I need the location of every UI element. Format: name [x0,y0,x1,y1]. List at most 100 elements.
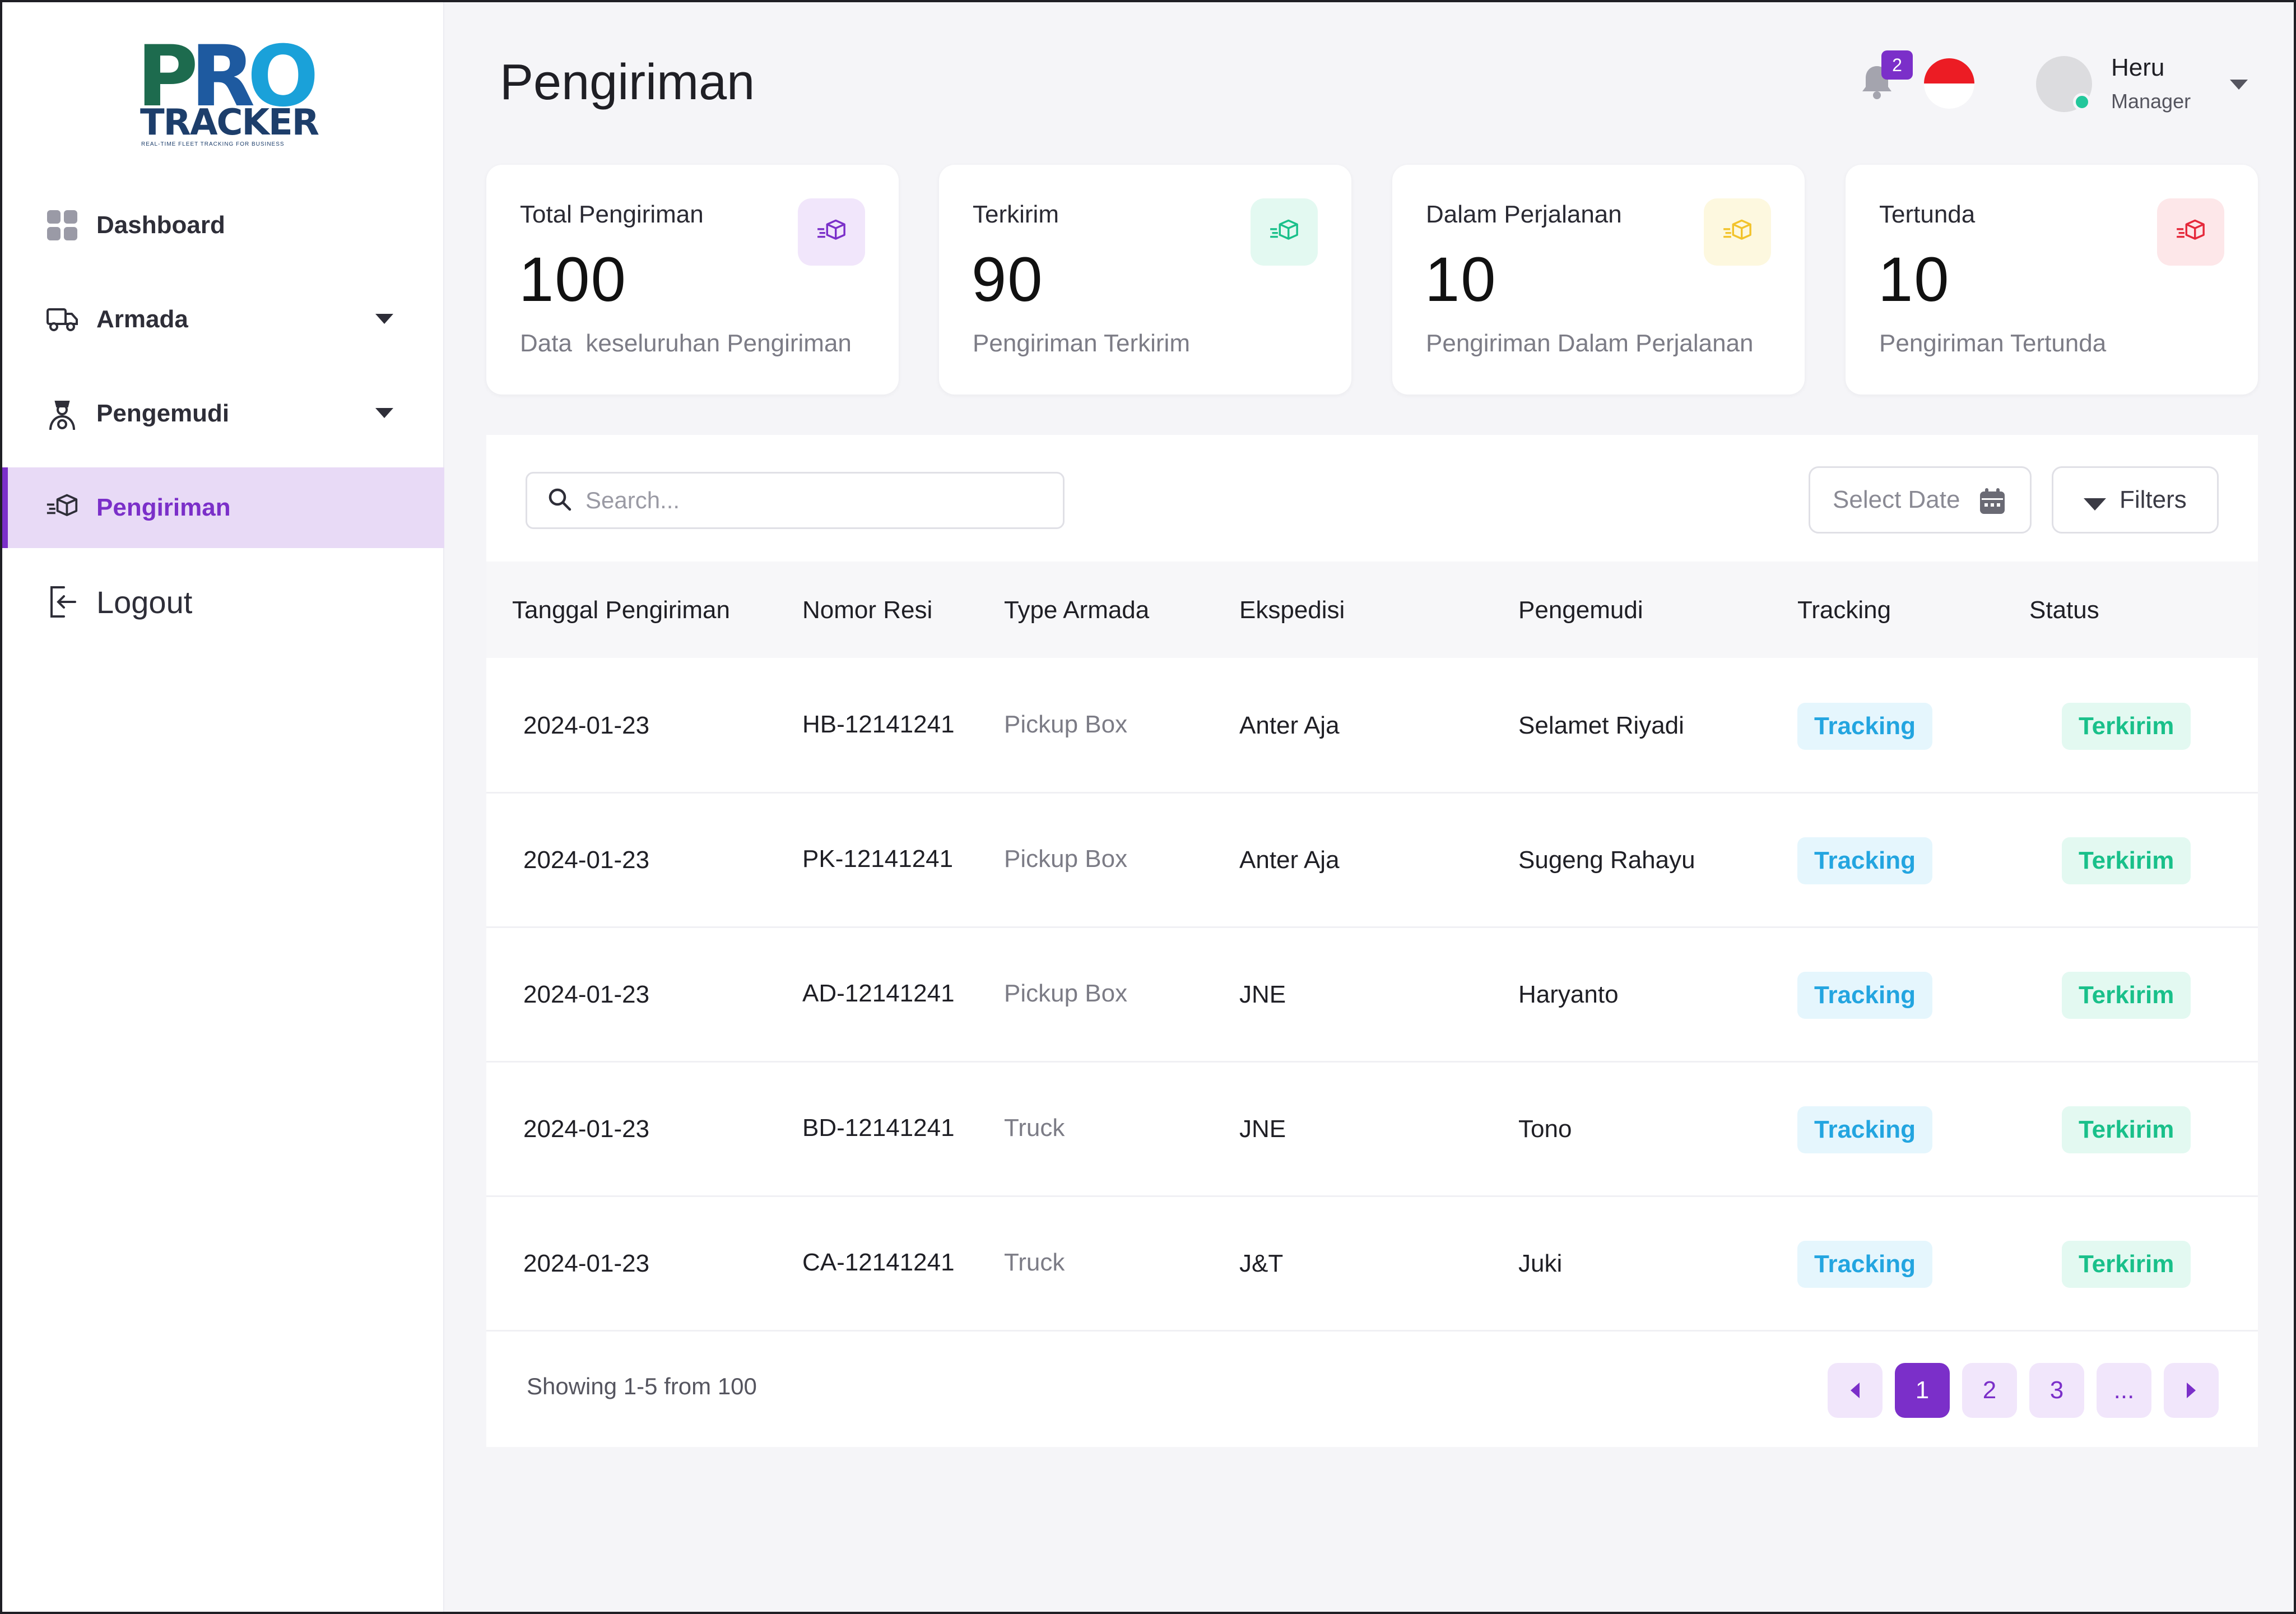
column-header[interactable]: Status [2029,596,2099,624]
column-header[interactable]: Ekspedisi [1239,596,1345,624]
filter-caret-icon [2084,498,2106,511]
status-badge: Terkirim [2062,703,2191,750]
calendar-icon [1978,487,2006,521]
chevron-down-icon[interactable] [375,314,393,324]
sidebar-item-label: Dashboard [96,211,225,239]
page-button-1[interactable]: 1 [1895,1363,1950,1418]
stat-card-dalam-perjalanan: Dalam Perjalanan 10 Pengiriman Dalam Per… [1392,165,1805,395]
armada-cell: Truck [1004,1114,1065,1142]
previous-page-button[interactable] [1828,1363,1883,1418]
tracking-button[interactable]: Tracking [1797,703,1932,750]
stat-description: Pengiriman Dalam Perjalanan [1426,330,1754,357]
ekspedisi-cell: Anter Aja [1239,846,1340,874]
package-icon [798,198,865,266]
sidebar-item-label: Armada [96,305,188,333]
ekspedisi-cell: J&T [1239,1250,1284,1277]
column-header[interactable]: Tracking [1797,596,1891,624]
column-header[interactable]: Type Armada [1004,596,1149,624]
logo-tracker-text: TRACKER [140,102,319,143]
armada-cell: Pickup Box [1004,980,1128,1007]
user-avatar[interactable] [2036,56,2092,112]
pengemudi-cell: Sugeng Rahayu [1518,846,1695,874]
logout-button[interactable]: Logout [2,562,444,642]
sidebar-item-label: Pengemudi [96,400,230,427]
resi-cell: CA-12141241 [802,1249,955,1276]
logout-icon [46,586,78,618]
tracking-button[interactable]: Tracking [1797,972,1932,1019]
pagination-summary: Showing 1-5 from 100 [527,1373,757,1399]
table-row[interactable]: 2024-01-23 CA-12141241 Truck J&T Juki Tr… [486,1197,2258,1332]
tracking-button[interactable]: Tracking [1797,837,1932,884]
sidebar-item-dashboard[interactable]: Dashboard [2,185,444,266]
shipments-panel: Select Date Filters Tanggal Pengiriman N… [486,435,2258,1447]
stat-value: 10 [1425,244,1497,314]
pengemudi-cell: Juki [1518,1250,1563,1277]
protracker-logo[interactable]: PRO TRACKER REAL-TIME FLEET TRACKING FOR… [137,35,319,150]
sidebar-item-pengemudi[interactable]: Pengemudi [2,373,444,454]
stat-card-terkirim: Terkirim 90 Pengiriman Terkirim [939,165,1351,395]
table-row[interactable]: 2024-01-23 PK-12141241 Pickup Box Anter … [486,794,2258,928]
column-header[interactable]: Nomor Resi [802,596,932,624]
table-row[interactable]: 2024-01-23 BD-12141241 Truck JNE Tono Tr… [486,1063,2258,1197]
date-cell: 2024-01-23 [523,846,650,874]
pengemudi-cell: Selamet Riyadi [1518,712,1684,739]
online-status-dot [2073,93,2091,111]
chevron-down-icon[interactable] [375,408,393,418]
select-date-button[interactable]: Select Date [1809,466,2032,534]
status-badge: Terkirim [2062,1241,2191,1288]
stat-card-tertunda: Tertunda 10 Pengiriman Tertunda [1846,165,2258,395]
status-badge: Terkirim [2062,972,2191,1019]
package-icon [46,491,78,524]
filters-button[interactable]: Filters [2052,466,2219,534]
next-page-button[interactable] [2164,1363,2219,1418]
table-row[interactable]: 2024-01-23 HB-12141241 Pickup Box Anter … [486,659,2258,794]
resi-cell: PK-12141241 [802,845,954,873]
ekspedisi-cell: JNE [1239,1115,1286,1143]
page-button-2[interactable]: 2 [1962,1363,2017,1418]
table-row[interactable]: 2024-01-23 AD-12141241 Pickup Box JNE Ha… [486,928,2258,1063]
resi-cell: BD-12141241 [802,1114,955,1142]
filters-label: Filters [2120,486,2187,513]
tracking-button[interactable]: Tracking [1797,1241,1932,1288]
date-cell: 2024-01-23 [523,1250,650,1277]
chevron-right-icon [2187,1383,2196,1398]
package-icon [2157,198,2224,266]
stat-value: 100 [519,244,627,314]
armada-cell: Pickup Box [1004,845,1128,873]
search-box[interactable] [526,472,1065,529]
ekspedisi-cell: Anter Aja [1239,712,1340,739]
page-title: Pengiriman [500,54,755,110]
page-button-3[interactable]: 3 [2029,1363,2084,1418]
armada-cell: Pickup Box [1004,711,1128,738]
stat-label: Terkirim [973,201,1059,228]
app-window: PRO TRACKER REAL-TIME FLEET TRACKING FOR… [0,0,2296,1614]
sidebar-item-armada[interactable]: Armada [2,279,444,360]
date-cell: 2024-01-23 [523,1115,650,1143]
status-badge: Terkirim [2062,1106,2191,1153]
search-input[interactable] [585,487,1045,514]
resi-cell: HB-12141241 [802,711,955,738]
column-header[interactable]: Tanggal Pengiriman [512,596,730,624]
page-ellipsis-button[interactable]: ... [2097,1363,2151,1418]
date-cell: 2024-01-23 [523,712,650,739]
indonesia-flag-icon[interactable] [1924,58,1974,109]
package-icon [1251,198,1318,266]
table-header: Tanggal Pengiriman Nomor Resi Type Armad… [486,562,2258,658]
resi-cell: AD-12141241 [802,980,955,1007]
logout-label: Logout [96,584,193,620]
stat-description: Data keseluruhan Pengiriman [520,330,852,357]
package-icon [1704,198,1771,266]
stat-description: Pengiriman Tertunda [1879,330,2107,357]
sidebar-item-pengiriman[interactable]: Pengiriman [2,467,444,548]
armada-cell: Truck [1004,1249,1065,1276]
column-header[interactable]: Pengemudi [1518,596,1643,624]
search-icon [547,487,572,514]
logo-tagline: REAL-TIME FLEET TRACKING FOR BUSINESS [141,141,285,147]
stat-label: Total Pengiriman [520,201,704,228]
notification-badge: 2 [1881,50,1913,80]
user-menu-chevron-icon[interactable] [2230,80,2248,90]
chevron-left-icon [1851,1383,1860,1398]
pengemudi-cell: Tono [1518,1115,1572,1143]
user-name[interactable]: Heru [2111,54,2164,82]
tracking-button[interactable]: Tracking [1797,1106,1932,1153]
